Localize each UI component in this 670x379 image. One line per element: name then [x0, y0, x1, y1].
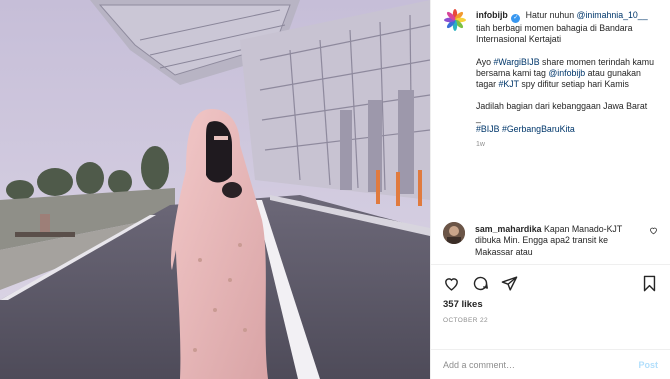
verified-badge-icon: ✓	[511, 14, 521, 23]
caption-mention[interactable]: @inimahnia_10__	[577, 10, 648, 20]
caption-line-2: tiah berbagi momen bahagia di Bandara In…	[476, 23, 633, 45]
share-icon[interactable]	[501, 275, 518, 292]
caption-area: infobijb ✓ Hatur nuhun @inimahnia_10__ t…	[431, 0, 670, 218]
post-comment-button[interactable]: Post	[638, 360, 658, 370]
comment-icon[interactable]	[472, 275, 489, 292]
airport-photo	[0, 0, 430, 379]
hashtag-wargibijb[interactable]: #WargiBIJB	[493, 57, 539, 67]
hashtag-gerbangbarukita[interactable]: #GerbangBaruKita	[502, 124, 575, 134]
post-actions: 357 likes OCTOBER 22	[431, 264, 670, 334]
caption-line-1: Hatur nuhun	[525, 10, 575, 20]
mention-infobijb[interactable]: @infobijb	[548, 68, 585, 78]
post-username[interactable]: infobijb	[476, 10, 508, 20]
instagram-post: infobijb ✓ Hatur nuhun @inimahnia_10__ t…	[0, 0, 670, 379]
heart-icon[interactable]	[443, 275, 460, 292]
brand-logo-icon[interactable]	[443, 8, 467, 32]
post-photo[interactable]	[0, 0, 430, 379]
caption-p2-a: Ayo	[476, 56, 494, 67]
comment-input[interactable]	[443, 359, 639, 370]
bookmark-icon[interactable]	[641, 275, 658, 292]
avatar[interactable]	[443, 222, 465, 244]
comment-item: sam_mahardika Kapan Manado-KJT dibuka Mi…	[431, 218, 670, 264]
add-comment-bar: Post	[431, 349, 670, 379]
comment-text: sam_mahardika Kapan Manado-KJT dibuka Mi…	[475, 224, 643, 258]
post-caption: infobijb ✓ Hatur nuhun @inimahnia_10__ t…	[443, 8, 658, 151]
action-bar	[443, 273, 658, 293]
caption-p3: Jadilah bagian dari kebanggaan Jawa Bara…	[476, 101, 648, 112]
caption-p2-d: spy difitur setiap hari Kamis	[518, 79, 629, 90]
likes-count[interactable]: 357 likes	[443, 299, 658, 310]
comment-username[interactable]: sam_mahardika	[475, 224, 542, 234]
like-comment-heart-icon[interactable]	[649, 226, 658, 235]
post-side-panel: infobijb ✓ Hatur nuhun @inimahnia_10__ t…	[430, 0, 670, 379]
post-date[interactable]: OCTOBER 22	[443, 317, 658, 324]
hashtag-kjt[interactable]: #KJT	[499, 79, 519, 89]
caption-time[interactable]: 1w	[476, 139, 658, 150]
caption-text: infobijb ✓ Hatur nuhun @inimahnia_10__ t…	[476, 10, 658, 151]
caption-separator: _	[476, 112, 481, 123]
hashtag-bijb[interactable]: #BIJB	[476, 124, 499, 134]
